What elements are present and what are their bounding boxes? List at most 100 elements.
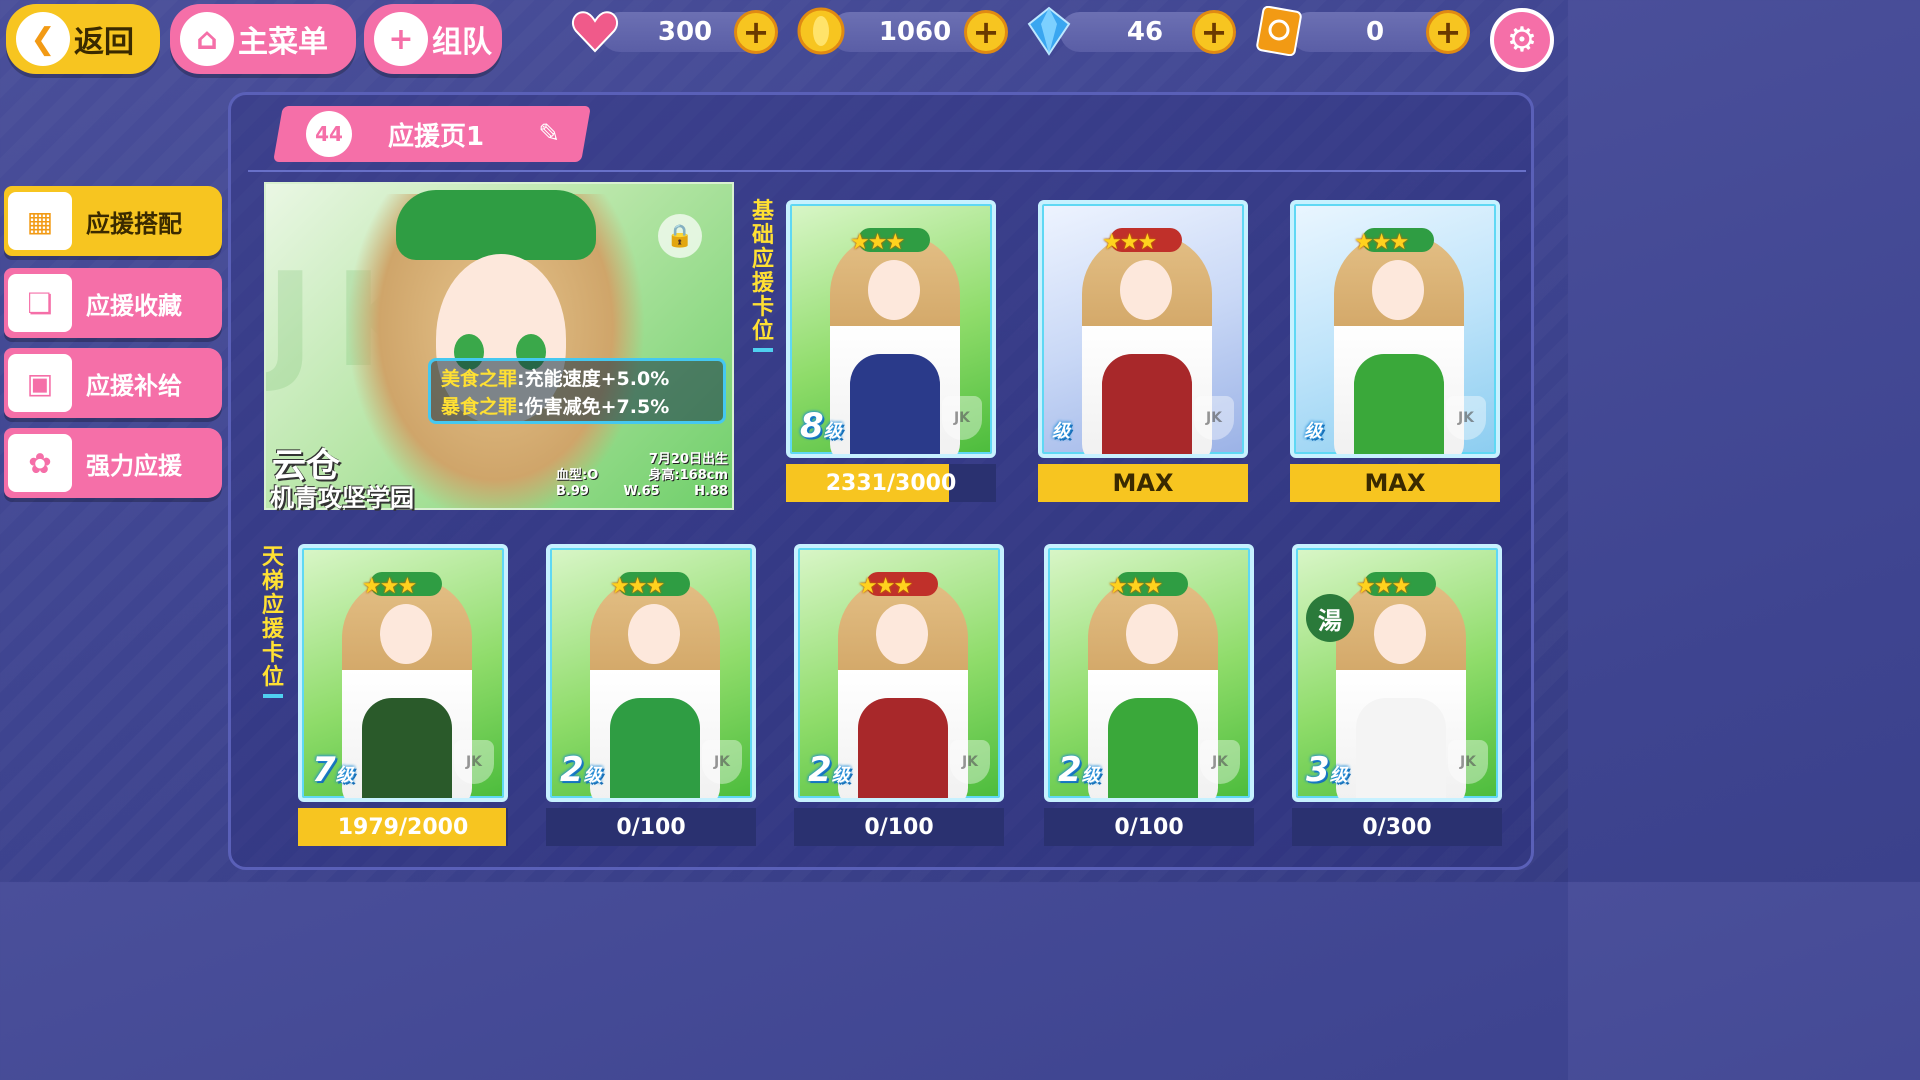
buff-effect: :充能速度+5.0% <box>517 368 670 390</box>
diamond-icon <box>1024 6 1074 56</box>
coin-plus-button[interactable]: + <box>964 10 1008 54</box>
character-school: 机青攻坚学园 <box>270 484 414 512</box>
buff-name: 暴食之罪 <box>441 396 518 418</box>
exp-text: 0/100 <box>864 814 934 840</box>
card-level: 2级 <box>1058 750 1100 790</box>
card-level-suffix: 级 <box>831 765 850 786</box>
support-card[interactable]: ★★★ 7级 JK <box>298 544 508 802</box>
card-level: 级 <box>1052 406 1070 446</box>
section-bar <box>753 348 773 352</box>
card-level-number: 8 <box>800 406 824 446</box>
hip: H.88 <box>694 484 728 499</box>
card-level-suffix: 级 <box>583 765 602 786</box>
jk-logo-icon: JK <box>1194 396 1234 440</box>
exp-bar: 0/100 <box>1044 808 1254 846</box>
card-level: 级 <box>1304 406 1322 446</box>
card-face <box>1374 604 1426 664</box>
jk-logo-icon: JK <box>1446 396 1486 440</box>
card-face <box>876 604 928 664</box>
card-face <box>628 604 680 664</box>
main-menu-button[interactable]: ⌂ 主菜单 <box>170 4 356 74</box>
collection-icon: ❏ <box>8 274 72 332</box>
sidebar-item-supply[interactable]: ▣ 应援补给 <box>4 348 222 418</box>
exp-text: MAX <box>1364 469 1426 497</box>
card-level-number: 2 <box>560 750 584 790</box>
exp-text: 0/100 <box>616 814 686 840</box>
sidebar-item-label: 应援收藏 <box>86 291 182 320</box>
blood-type: 血型:O <box>556 468 599 483</box>
sidebar-item-deck[interactable]: ▦ 应援搭配 <box>4 186 222 256</box>
card-level-suffix: 级 <box>1052 421 1070 442</box>
support-card[interactable]: ★★★ 级 JK <box>1290 200 1500 458</box>
support-card[interactable]: ★★★ 2级 JK <box>1044 544 1254 802</box>
card-level-suffix: 级 <box>1329 765 1348 786</box>
card-face <box>1126 604 1178 664</box>
sidebar-item-power-support[interactable]: ✿ 强力应援 <box>4 428 222 498</box>
card-outfit <box>858 698 948 798</box>
coin-icon <box>796 6 846 56</box>
back-arrow-icon: ❮ <box>16 12 70 66</box>
exp-text: MAX <box>1112 469 1174 497</box>
card-level-suffix: 级 <box>1304 421 1322 442</box>
exp-bar: 1979/2000 <box>298 808 508 846</box>
star-rating: ★★★ <box>1354 230 1409 255</box>
support-card[interactable]: ★★★ 级 JK <box>1038 200 1248 458</box>
star-rating: ★★★ <box>850 230 905 255</box>
card-level: 2级 <box>560 750 602 790</box>
support-card[interactable]: ★★★ 3级 JK 湯 <box>1292 544 1502 802</box>
card-outfit <box>362 698 452 798</box>
ticket-plus-button[interactable]: + <box>1426 10 1470 54</box>
star-rating: ★★★ <box>610 574 665 599</box>
card-face <box>1372 260 1424 320</box>
power-support-icon: ✿ <box>8 434 72 492</box>
team-button[interactable]: + 组队 <box>364 4 502 74</box>
support-card[interactable]: ★★★ 2级 JK <box>546 544 756 802</box>
card-outfit <box>1356 698 1446 798</box>
ladder-section-text: 天梯应援卡位 <box>261 545 284 690</box>
jk-logo-icon: JK <box>942 396 982 440</box>
basic-section-text: 基础应援卡位 <box>751 199 774 344</box>
exp-bar: 2331/3000 <box>786 464 996 502</box>
buff-box: 美食之罪:充能速度+5.0% 暴食之罪:伤害减免+7.5% <box>428 358 726 424</box>
stamina-value: 300 <box>657 17 713 47</box>
jk-logo-icon: JK <box>454 740 494 784</box>
buff-line: 美食之罪:充能速度+5.0% <box>441 365 713 393</box>
jk-logo-icon: JK <box>950 740 990 784</box>
gear-icon[interactable]: ⚙ <box>1490 8 1554 72</box>
card-level: 8级 <box>800 406 842 446</box>
sidebar-item-label: 强力应援 <box>86 451 182 480</box>
support-card[interactable]: ★★★ 2级 JK <box>794 544 1004 802</box>
pencil-icon[interactable]: ✎ <box>538 119 560 149</box>
section-bar <box>263 694 283 698</box>
exp-bar: 0/300 <box>1292 808 1502 846</box>
back-button[interactable]: ❮ 返回 <box>6 4 160 74</box>
exp-bar: 0/100 <box>546 808 756 846</box>
deck-icon: ▦ <box>8 192 72 250</box>
buff-name: 美食之罪 <box>441 368 518 390</box>
card-level-suffix: 级 <box>1081 765 1100 786</box>
character-profile: 7月20日出生 血型:O 身高:168cm B.99 W.65 H.88 <box>556 452 728 500</box>
star-rating: ★★★ <box>858 574 913 599</box>
card-outfit <box>1108 698 1198 798</box>
sidebar-item-collection[interactable]: ❏ 应援收藏 <box>4 268 222 338</box>
ladder-section-label: 天梯应援卡位 <box>260 546 286 698</box>
sidebar-item-label: 应援搭配 <box>86 209 182 238</box>
exp-bar: MAX <box>1290 464 1500 502</box>
star-rating: ★★★ <box>1108 574 1163 599</box>
page-title: 应援页1 <box>388 121 485 152</box>
exp-text: 0/100 <box>1114 814 1184 840</box>
card-level-number: 2 <box>1058 750 1082 790</box>
stamina-plus-button[interactable]: + <box>734 10 778 54</box>
bust: B.99 <box>556 484 589 499</box>
support-card[interactable]: ★★★ 8级 JK <box>786 200 996 458</box>
buff-effect: :伤害减免+7.5% <box>517 396 670 418</box>
back-button-label: 返回 <box>74 25 134 60</box>
exp-text: 0/300 <box>1362 814 1432 840</box>
page-tab[interactable]: 44 应援页1 ✎ <box>300 106 580 162</box>
star-rating: ★★★ <box>362 574 417 599</box>
gem-plus-button[interactable]: + <box>1192 10 1236 54</box>
card-level: 7级 <box>312 750 354 790</box>
jk-logo-icon: JK <box>1200 740 1240 784</box>
card-level: 2级 <box>808 750 850 790</box>
lock-icon[interactable]: 🔒 <box>658 214 702 258</box>
